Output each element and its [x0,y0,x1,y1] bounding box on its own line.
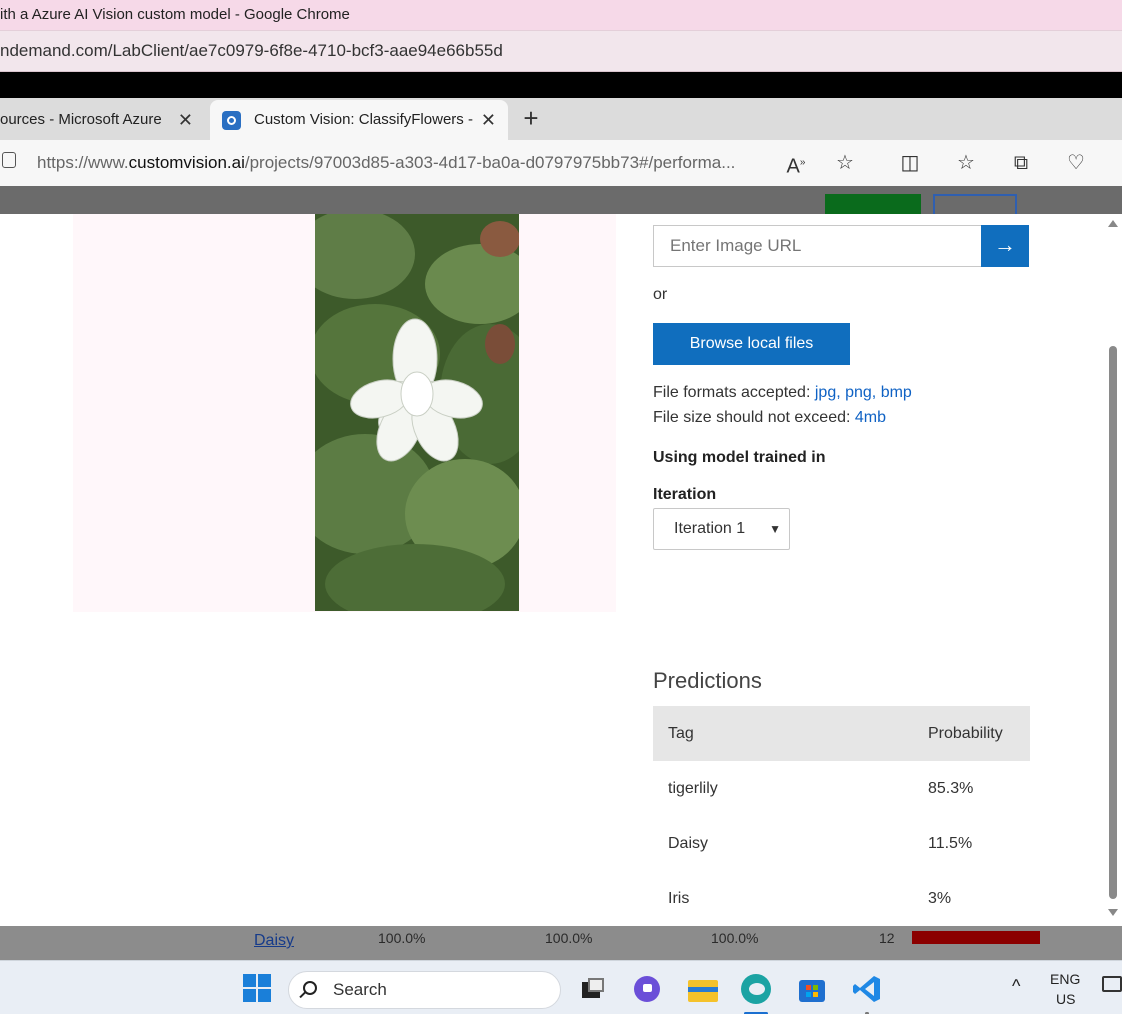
lock-icon[interactable] [2,152,16,168]
taskbar-search[interactable]: Search [288,971,561,1009]
ap-value: 100.0% [711,930,759,946]
column-header-probability: Probability [928,725,1003,742]
predictions-title: Predictions [653,668,762,693]
table-row: Daisy 11.5% [653,816,1030,871]
url-domain: customvision.ai [128,153,245,172]
precision-value: 100.0% [378,930,426,946]
outer-window-title: ith a Azure AI Vision custom model - Goo… [0,0,1122,30]
custom-vision-icon [222,111,241,130]
chevron-up-icon[interactable]: ^ [1012,976,1020,997]
tag-cell: tigerlily [668,780,718,797]
browse-local-files-button[interactable]: Browse local files [653,323,850,365]
iteration-value: Iteration 1 [674,520,746,537]
read-aloud-icon[interactable]: A» [781,148,811,178]
scroll-down-icon[interactable] [1108,909,1118,916]
table-row: tigerlily 85.3% [653,761,1030,816]
formats-label: File formats accepted: [653,384,811,401]
tag-link: Daisy [254,932,295,949]
formats-value: jpg, png, bmp [814,384,912,401]
outer-window-url[interactable]: ndemand.com/LabClient/ae7c0979-6f8e-4710… [0,30,1122,72]
url-path: /projects/97003d85-a303-4d17-ba0a-d07979… [244,153,736,172]
file-explorer-icon[interactable] [688,974,718,1004]
taskbar: Search [0,960,1122,1014]
table-row: Iris 3% [653,871,1030,926]
favorites-icon[interactable]: ☆ [951,148,981,178]
windows-start-icon[interactable] [243,974,273,1004]
tab-label: ources - Microsoft Azure [0,111,162,128]
predictions-table: Tag Probability tigerlily 85.3% Daisy 11… [653,706,1030,926]
browser-essentials-icon[interactable]: ♡ [1061,148,1091,178]
scroll-up-icon[interactable] [1108,220,1118,227]
flower-image [315,214,519,611]
recall-value: 100.0% [545,930,593,946]
chevron-down-icon: ▼ [769,522,781,536]
close-icon[interactable]: ✕ [178,100,193,140]
train-button [825,194,921,214]
file-formats-info: File formats accepted: jpg, png, bmp [653,384,912,402]
vscode-icon[interactable] [852,974,882,1014]
url-prefix: https://www. [37,153,129,172]
uploaded-image [315,214,519,611]
tag-cell: Daisy [668,835,709,852]
image-preview-frame [73,214,616,612]
microsoft-store-icon[interactable] [797,974,827,1004]
probability-cell: 85.3% [928,780,974,797]
language-indicator[interactable]: ENG [1050,971,1080,987]
window-divider [0,72,1122,98]
network-icon[interactable] [1102,976,1122,992]
tag-cell: Iris [668,890,690,907]
screen: ith a Azure AI Vision custom model - Goo… [0,0,1122,1014]
probability-cell: 3% [928,890,952,907]
search-label: Search [333,980,387,999]
submit-url-button[interactable]: → [981,225,1029,267]
file-size-info: File size should not exceed: 4mb [653,409,886,427]
size-label: File size should not exceed: [653,409,851,426]
collections-icon[interactable]: ⧉ [1006,148,1036,178]
region-indicator[interactable]: US [1056,991,1075,1007]
tab-custom-vision[interactable]: Custom Vision: ClassifyFlowers - ✕ [210,100,508,140]
model-heading: Using model trained in [653,449,826,466]
arrow-right-icon: → [994,232,1016,257]
iteration-label: Iteration [653,486,717,503]
or-separator: or [653,286,668,303]
dialog-scrollbar[interactable] [1104,214,1122,926]
column-header-tag: Tag [668,725,694,742]
probability-cell: 11.5% [928,835,973,852]
new-tab-icon[interactable]: + [516,100,546,136]
tab-strip: ources - Microsoft Azure ✕ Custom Vision… [0,98,1122,140]
tab-azure-resources[interactable]: ources - Microsoft Azure ✕ [0,100,205,140]
scroll-thumb[interactable] [1109,346,1117,899]
performance-table-row: Daisy 100.0% 100.0% 100.0% 12 [0,926,1122,960]
edge-browser-icon[interactable] [741,974,771,1014]
address-url[interactable]: https://www.customvision.ai/projects/970… [37,140,735,186]
quick-test-button [933,194,1017,214]
image-count-value: 12 [879,930,895,946]
size-value: 4mb [854,409,887,426]
image-url-input[interactable] [653,225,982,267]
task-view-icon[interactable] [578,974,608,1004]
image-count-bar [912,931,1040,944]
search-icon [303,981,317,995]
quick-test-dialog: → or Browse local files File formats acc… [0,214,1122,926]
chat-icon[interactable] [632,974,662,1004]
tab-label: Custom Vision: ClassifyFlowers - [254,111,473,128]
favorite-star-icon[interactable]: ☆ [830,148,860,178]
iteration-select[interactable]: Iteration 1 ▼ [653,508,790,550]
split-screen-icon[interactable]: ◫ [895,148,925,178]
table-header: Tag Probability [653,706,1030,761]
page-backdrop [0,186,1122,214]
close-icon[interactable]: ✕ [481,100,496,140]
